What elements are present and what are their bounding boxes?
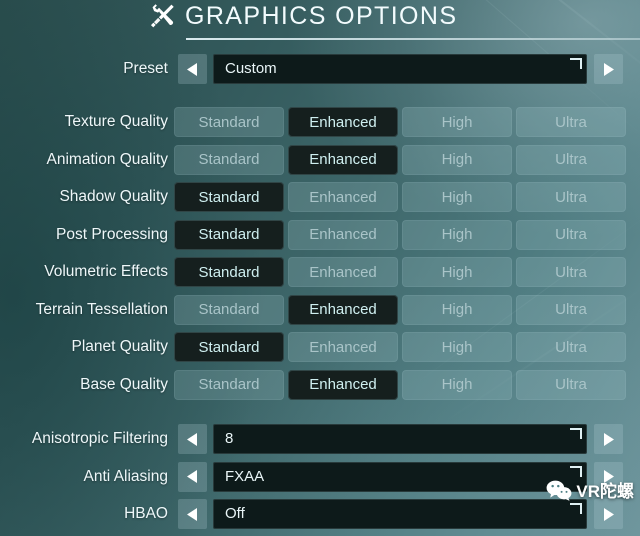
quality-option-button[interactable]: Standard <box>174 257 284 287</box>
quality-option-button[interactable]: Enhanced <box>288 257 398 287</box>
quality-option-button[interactable]: Enhanced <box>288 182 398 212</box>
selector-row: Anisotropic Filtering 8 <box>0 424 640 454</box>
quality-option-button[interactable]: High <box>402 219 512 250</box>
preset-value-field[interactable]: Custom <box>213 54 587 84</box>
page-header: GRAPHICS OPTIONS <box>0 0 640 44</box>
quality-option-button[interactable]: Enhanced <box>288 369 398 400</box>
selector-value-field[interactable]: FXAA <box>213 461 587 492</box>
quality-row-label: Texture Quality <box>64 113 168 130</box>
quality-row-label: Shadow Quality <box>59 188 168 205</box>
quality-option-button[interactable]: Standard <box>174 107 284 137</box>
quality-option-button[interactable]: Standard <box>174 182 284 212</box>
tools-icon <box>150 4 174 28</box>
quality-option-button[interactable]: Enhanced <box>288 332 398 362</box>
triangle-left-icon <box>187 432 197 446</box>
quality-option-group: Standard Enhanced High Ultra <box>174 144 626 175</box>
quality-row-label: Planet Quality <box>71 338 169 355</box>
preset-prev-button[interactable] <box>178 54 207 84</box>
triangle-left-icon <box>187 470 197 483</box>
quality-option-button[interactable]: High <box>402 257 512 287</box>
selector-next-button[interactable] <box>594 499 623 529</box>
quality-option-group: Standard Enhanced High Ultra <box>174 107 626 137</box>
quality-option-group: Standard Enhanced High Ultra <box>174 332 626 362</box>
quality-option-button[interactable]: Ultra <box>516 182 626 212</box>
selector-prev-button[interactable] <box>178 424 207 454</box>
quality-option-button[interactable]: High <box>402 107 512 137</box>
quality-option-button[interactable]: Ultra <box>516 332 626 362</box>
quality-option-button[interactable]: Enhanced <box>288 219 398 250</box>
quality-row-label: Volumetric Effects <box>44 263 168 280</box>
quality-option-button[interactable]: Ultra <box>516 107 626 137</box>
selector-value-field[interactable]: Off <box>213 499 587 529</box>
quality-row: Post Processing Standard Enhanced High Ultra <box>0 219 640 250</box>
quality-option-button[interactable]: Standard <box>174 219 284 250</box>
title-underline <box>186 38 640 40</box>
quality-row-label: Base Quality <box>80 375 168 393</box>
triangle-left-icon <box>187 507 197 521</box>
selector-row: HBAO Off <box>0 499 640 529</box>
graphics-options-screen: GRAPHICS OPTIONS Preset Custom Texture Q… <box>0 0 640 536</box>
quality-option-button[interactable]: Ultra <box>516 257 626 287</box>
quality-row-label: Terrain Tessellation <box>35 300 168 318</box>
quality-option-button[interactable]: Standard <box>174 332 284 362</box>
selector-value-field[interactable]: 8 <box>213 424 587 454</box>
quality-option-button[interactable]: High <box>402 144 512 175</box>
quality-row: Terrain Tessellation Standard Enhanced High… <box>0 294 640 325</box>
quality-option-button[interactable]: Standard <box>174 369 284 400</box>
quality-option-group: Standard Enhanced High Ultra <box>174 369 626 400</box>
selector-next-button[interactable] <box>594 424 623 454</box>
selector-next-button[interactable] <box>594 461 623 492</box>
selector-row: Anti Aliasing FXAA <box>0 461 640 492</box>
quality-option-group: Standard Enhanced High Ultra <box>174 219 626 250</box>
quality-row: Planet Quality Standard Enhanced High Ultra <box>0 332 640 362</box>
triangle-right-icon <box>604 62 614 76</box>
preset-value: Custom <box>225 60 277 77</box>
title-group: GRAPHICS OPTIONS <box>148 2 457 30</box>
quality-row: Volumetric Effects Standard Enhanced High Ul… <box>0 257 640 287</box>
corner-bracket-icon <box>570 503 582 514</box>
preset-row: Preset Custom <box>0 54 640 84</box>
page-title: GRAPHICS OPTIONS <box>185 2 458 30</box>
quality-row: Animation Quality Standard Enhanced High Ult… <box>0 144 640 175</box>
quality-option-button[interactable]: High <box>402 294 512 325</box>
triangle-right-icon <box>604 432 614 446</box>
quality-row: Texture Quality Standard Enhanced High Ultra <box>0 107 640 137</box>
quality-option-button[interactable]: Ultra <box>516 219 626 250</box>
quality-option-button[interactable]: Enhanced <box>288 294 398 325</box>
selector-row-label: Anisotropic Filtering <box>31 430 168 447</box>
quality-option-button[interactable]: High <box>402 332 512 362</box>
selector-prev-button[interactable] <box>178 461 207 492</box>
selector-row-label: HBAO <box>124 505 168 522</box>
quality-option-button[interactable]: Ultra <box>516 294 626 325</box>
quality-option-button[interactable]: Enhanced <box>288 107 398 137</box>
selector-value: FXAA <box>225 467 265 485</box>
quality-option-group: Standard Enhanced High Ultra <box>174 294 626 325</box>
selector-prev-button[interactable] <box>178 499 207 529</box>
quality-option-button[interactable]: Ultra <box>516 144 626 175</box>
quality-option-button[interactable]: Standard <box>174 144 284 175</box>
triangle-right-icon <box>604 507 614 521</box>
triangle-right-icon <box>604 470 614 483</box>
selector-value: Off <box>225 505 245 522</box>
quality-row: Shadow Quality Standard Enhanced High Ultra <box>0 182 640 212</box>
selector-row-label: Anti Aliasing <box>83 467 168 485</box>
quality-option-group: Standard Enhanced High Ultra <box>174 182 626 212</box>
quality-option-button[interactable]: High <box>402 182 512 212</box>
corner-bracket-icon <box>570 58 582 69</box>
quality-row-label: Animation Quality <box>46 150 168 168</box>
quality-option-group: Standard Enhanced High Ultra <box>174 257 626 287</box>
quality-option-button[interactable]: Enhanced <box>288 144 398 175</box>
selector-value: 8 <box>225 430 234 447</box>
quality-row-label: Post Processing <box>56 225 168 243</box>
quality-option-button[interactable]: Standard <box>174 294 284 325</box>
triangle-left-icon <box>187 62 197 76</box>
quality-option-button[interactable]: High <box>402 369 512 400</box>
corner-bracket-icon <box>570 428 582 439</box>
corner-bracket-icon <box>570 465 582 477</box>
quality-option-button[interactable]: Ultra <box>516 369 626 400</box>
quality-row: Base Quality Standard Enhanced High Ultra <box>0 369 640 400</box>
preset-next-button[interactable] <box>594 54 623 84</box>
preset-label: Preset <box>123 60 168 77</box>
